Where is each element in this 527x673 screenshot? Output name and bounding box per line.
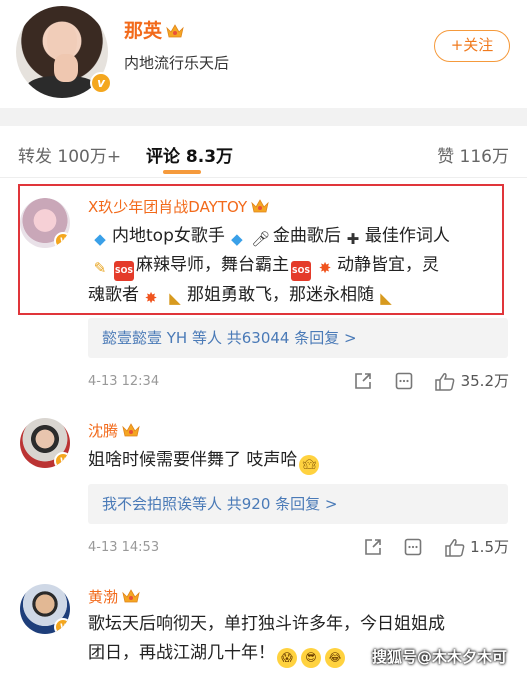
sunglasses-emoji-icon: 😎︎ xyxy=(301,648,321,668)
comment-avatar[interactable]: v xyxy=(20,584,70,634)
verified-icon: v xyxy=(54,618,70,634)
comment-actions: 1.5万 xyxy=(347,536,509,558)
comment-time: 4-13 12:34 xyxy=(88,374,160,389)
share-icon[interactable] xyxy=(363,537,383,557)
profile-header: v 那英 内地流行乐天后 +关注 xyxy=(0,0,527,108)
crown-icon xyxy=(122,422,140,437)
like-button[interactable]: 1.5万 xyxy=(444,536,509,558)
comment-avatar[interactable]: v xyxy=(20,418,70,468)
replies-link[interactable]: 懿壹懿壹 YH 等人 共63044 条回复 > xyxy=(88,318,508,358)
comment-text: 姐啥时候需要伴舞了 吱声哈 🤷︎ xyxy=(88,446,508,475)
follow-button[interactable]: +关注 xyxy=(434,30,510,62)
comment-author[interactable]: 沈腾 xyxy=(88,420,140,441)
profile-name[interactable]: 那英 xyxy=(124,16,184,43)
comment-time: 4-13 14:53 xyxy=(88,540,160,555)
highlight-box xyxy=(18,184,504,315)
active-tab-indicator xyxy=(163,170,201,174)
crown-icon xyxy=(122,588,140,603)
comment-actions: 35.2万 xyxy=(337,370,509,392)
profile-description: 内地流行乐天后 xyxy=(124,54,230,72)
section-divider xyxy=(0,108,527,126)
comment-text-segment: 团日，再战江湖几十年！ xyxy=(88,643,275,663)
comment-author[interactable]: 黄渤 xyxy=(88,586,140,607)
watermark: 搜狐号@木木夕木可 xyxy=(372,648,508,666)
like-count: 35.2万 xyxy=(460,372,509,390)
scream-emoji-icon: 😱︎ xyxy=(277,648,297,668)
shrug-emoji-icon: 🤷︎ xyxy=(299,455,320,475)
comment-icon[interactable] xyxy=(394,371,414,391)
verified-icon: v xyxy=(54,452,70,468)
comment-author-text: 沈腾 xyxy=(88,422,119,440)
replies-link[interactable]: 我不会拍照诶等人 共920 条回复 > xyxy=(88,484,508,524)
like-button[interactable]: 35.2万 xyxy=(434,370,509,392)
comment-text-segment: 歌坛天后响彻天，单打独斗许多年，今日姐姐成 xyxy=(88,614,445,634)
comment-text-segment: 姐啥时候需要伴舞了 吱声哈 xyxy=(88,450,298,470)
verified-icon: v xyxy=(90,72,112,94)
tab-repost[interactable]: 转发 100万+ xyxy=(18,142,121,167)
comment-author-text: 黄渤 xyxy=(88,588,119,606)
share-icon[interactable] xyxy=(353,371,373,391)
laugh-emoji-icon: 😂︎ xyxy=(325,648,345,668)
comment-icon[interactable] xyxy=(403,537,423,557)
tab-comment[interactable]: 评论 8.3万 xyxy=(146,142,233,167)
like-count: 1.5万 xyxy=(470,538,509,556)
tab-like[interactable]: 赞 116万 xyxy=(437,142,509,167)
profile-name-text: 那英 xyxy=(124,20,163,42)
tab-bar: 转发 100万+ 评论 8.3万 赞 116万 xyxy=(0,126,527,178)
crown-icon xyxy=(166,21,184,38)
